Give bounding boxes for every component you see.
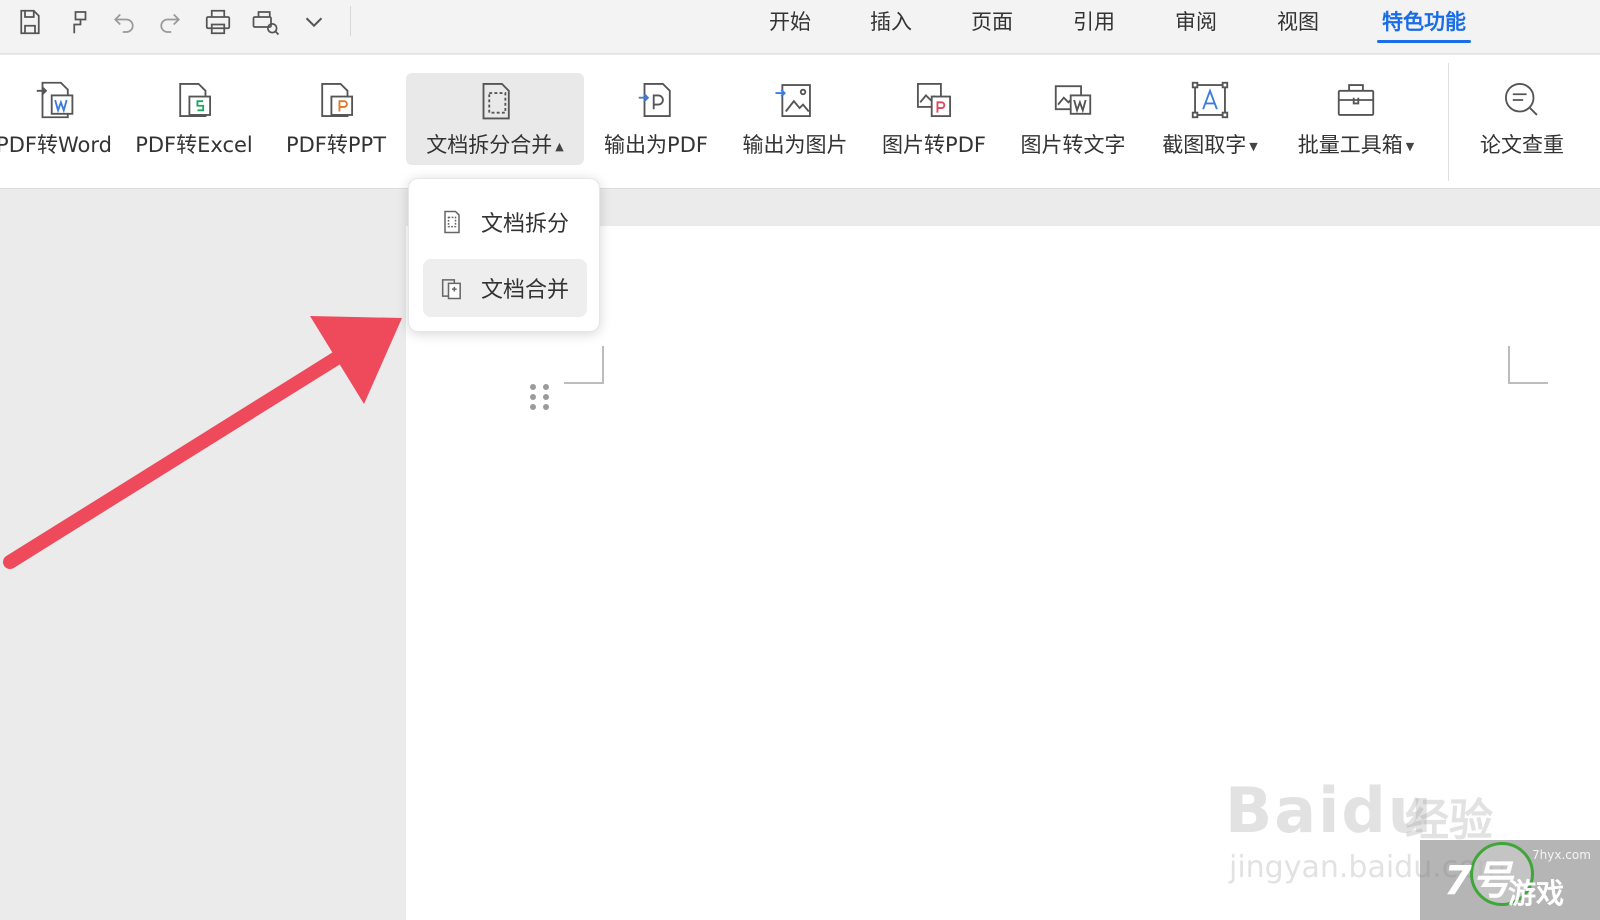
site-watermark-number: 7号 [1444, 858, 1512, 904]
pdf-to-excel-button[interactable]: PDF转Excel [128, 73, 260, 165]
paper-check-button[interactable]: 论文查重 [1466, 73, 1578, 165]
print-preview-icon[interactable] [246, 2, 286, 42]
toolbar-divider [350, 6, 351, 36]
tab-references[interactable]: 引用 [1070, 5, 1118, 39]
tab-special-features[interactable]: 特色功能 [1377, 5, 1471, 43]
image-to-pdf-label: 图片转PDF [882, 133, 986, 157]
ribbon-divider [1448, 63, 1449, 181]
site-watermark: 7号 7hyx.com 游戏 [1420, 840, 1600, 920]
print-icon[interactable] [198, 2, 238, 42]
chevron-down-icon: ▼ [1249, 139, 1258, 153]
batch-toolbox-button[interactable]: 批量工具箱 ▼ [1282, 73, 1430, 165]
pdf-to-word-button[interactable]: PDF转Word [0, 73, 112, 165]
menu-item-label: 文档拆分 [481, 212, 570, 237]
split-merge-label: 文档拆分合并 [426, 133, 553, 157]
tab-review[interactable]: 审阅 [1172, 5, 1220, 39]
image-to-text-button[interactable]: 图片转文字 [1010, 73, 1136, 165]
pdf-to-ppt-icon [310, 75, 362, 125]
export-pdf-icon [630, 75, 682, 125]
tab-view[interactable]: 视图 [1274, 5, 1322, 39]
redo-icon[interactable] [150, 2, 190, 42]
merge-doc-icon [437, 273, 467, 303]
split-merge-icon [469, 75, 521, 125]
page-margin-corner-left [564, 346, 604, 384]
export-image-button[interactable]: 输出为图片 [732, 73, 858, 165]
tab-insert[interactable]: 插入 [867, 5, 915, 39]
paper-check-label: 论文查重 [1480, 133, 1564, 157]
site-watermark-text: 游戏 [1508, 877, 1565, 910]
screenshot-ocr-icon [1184, 75, 1236, 125]
top-menu-bar: 开始 插入 页面 引用 审阅 视图 特色功能 [0, 0, 1600, 54]
menu-item-label: 文档合并 [481, 278, 570, 303]
ribbon-toolbar: PDF转Word PDF转Excel PDF转PPT 文档拆分合并 ▲ 输出为PD… [0, 55, 1600, 189]
menu-item-merge-document[interactable]: 文档合并 [423, 259, 587, 317]
image-to-text-icon [1047, 75, 1099, 125]
site-watermark-url: 7hyx.com [1532, 848, 1591, 862]
export-image-label: 输出为图片 [742, 133, 848, 157]
more-chevron-icon[interactable] [294, 2, 334, 42]
split-doc-icon [437, 207, 467, 237]
export-pdf-button[interactable]: 输出为PDF [594, 73, 718, 165]
pdf-to-excel-icon [168, 75, 220, 125]
split-merge-dropdown: 文档拆分 文档合并 [408, 178, 600, 332]
image-to-text-label: 图片转文字 [1020, 133, 1126, 157]
screenshot-ocr-label: 截图取字 [1162, 133, 1247, 157]
pdf-to-ppt-button[interactable]: PDF转PPT [274, 73, 398, 165]
batch-toolbox-icon [1330, 75, 1382, 125]
baidu-watermark-cn: 经验 [1405, 795, 1493, 846]
batch-toolbox-label: 批量工具箱 [1297, 133, 1403, 157]
pdf-to-ppt-label: PDF转PPT [285, 133, 387, 157]
image-to-pdf-icon [908, 75, 960, 125]
caret-up-icon: ▲ [555, 139, 564, 153]
image-to-pdf-button[interactable]: 图片转PDF [872, 73, 996, 165]
export-pdf-label: 输出为PDF [604, 133, 708, 157]
paper-check-icon [1496, 75, 1548, 125]
drag-handle-icon[interactable] [530, 384, 552, 414]
export-image-icon [769, 75, 821, 125]
pdf-to-word-label: PDF转Word [0, 133, 112, 157]
pdf-to-word-icon [28, 75, 80, 125]
screenshot-ocr-button[interactable]: 截图取字 ▼ [1150, 73, 1270, 165]
menu-item-split-document[interactable]: 文档拆分 [423, 193, 587, 251]
annotation-arrow [3, 316, 402, 569]
pdf-to-excel-label: PDF转Excel [135, 133, 253, 157]
tab-page[interactable]: 页面 [968, 5, 1016, 39]
save-icon[interactable] [10, 2, 50, 42]
page-margin-corner-right [1508, 346, 1548, 384]
split-merge-button[interactable]: 文档拆分合并 ▲ [406, 73, 584, 165]
format-painter-icon[interactable] [58, 2, 98, 42]
undo-icon[interactable] [104, 2, 144, 42]
baidu-watermark-text: Baidu [1225, 774, 1434, 847]
tab-home[interactable]: 开始 [766, 5, 814, 39]
chevron-down-icon: ▼ [1405, 139, 1415, 153]
